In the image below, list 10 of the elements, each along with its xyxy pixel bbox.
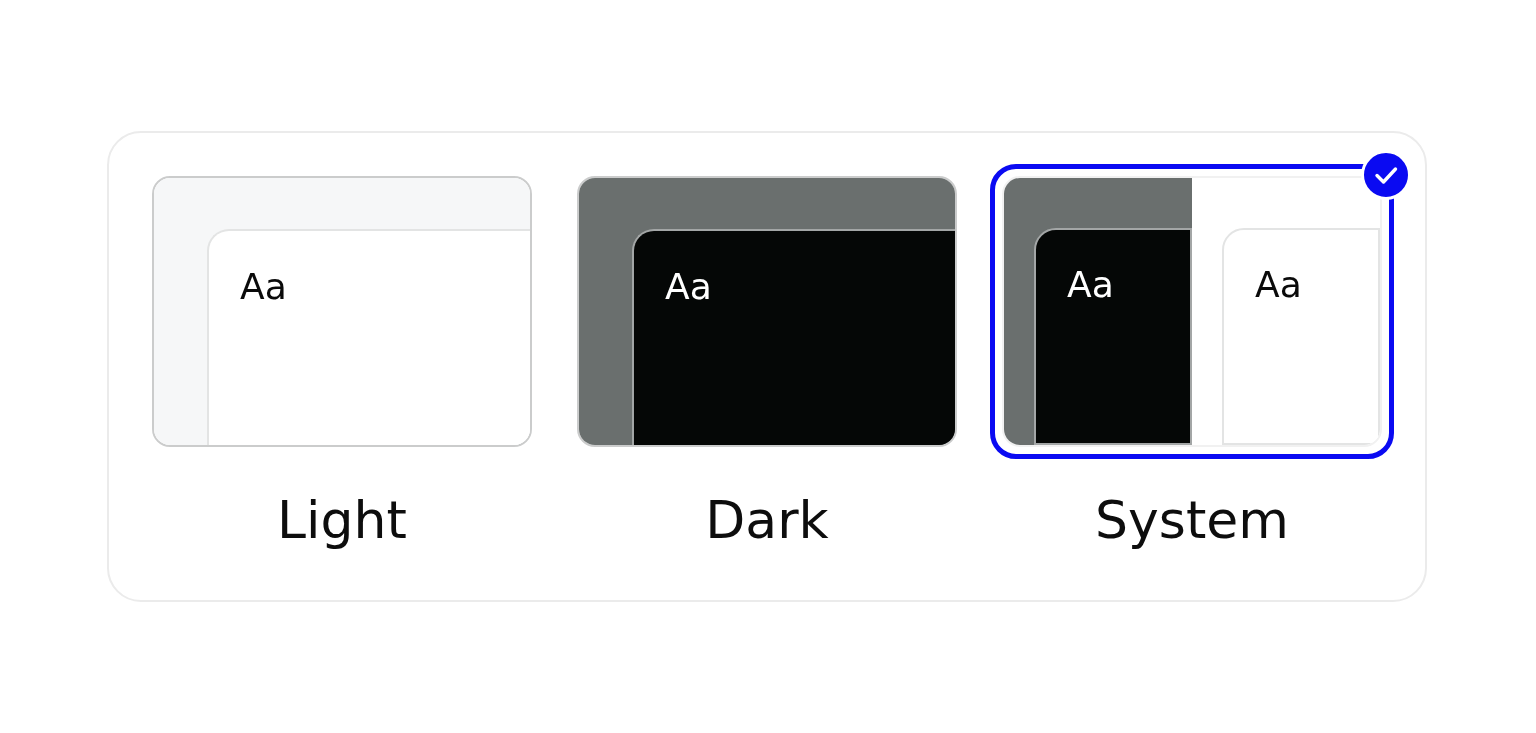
sample-text: Aa <box>665 265 712 308</box>
theme-label: Dark <box>705 490 829 550</box>
theme-label: Light <box>277 490 407 550</box>
sample-text: Aa <box>1067 263 1114 306</box>
theme-label: System <box>1095 490 1289 550</box>
sample-text: Aa <box>240 265 287 308</box>
sample-text: Aa <box>1255 263 1302 306</box>
theme-preview[interactable]: Aa <box>152 176 532 447</box>
theme-preview[interactable]: Aa <box>577 176 957 447</box>
theme-preview[interactable]: Aa Aa <box>1002 176 1382 447</box>
